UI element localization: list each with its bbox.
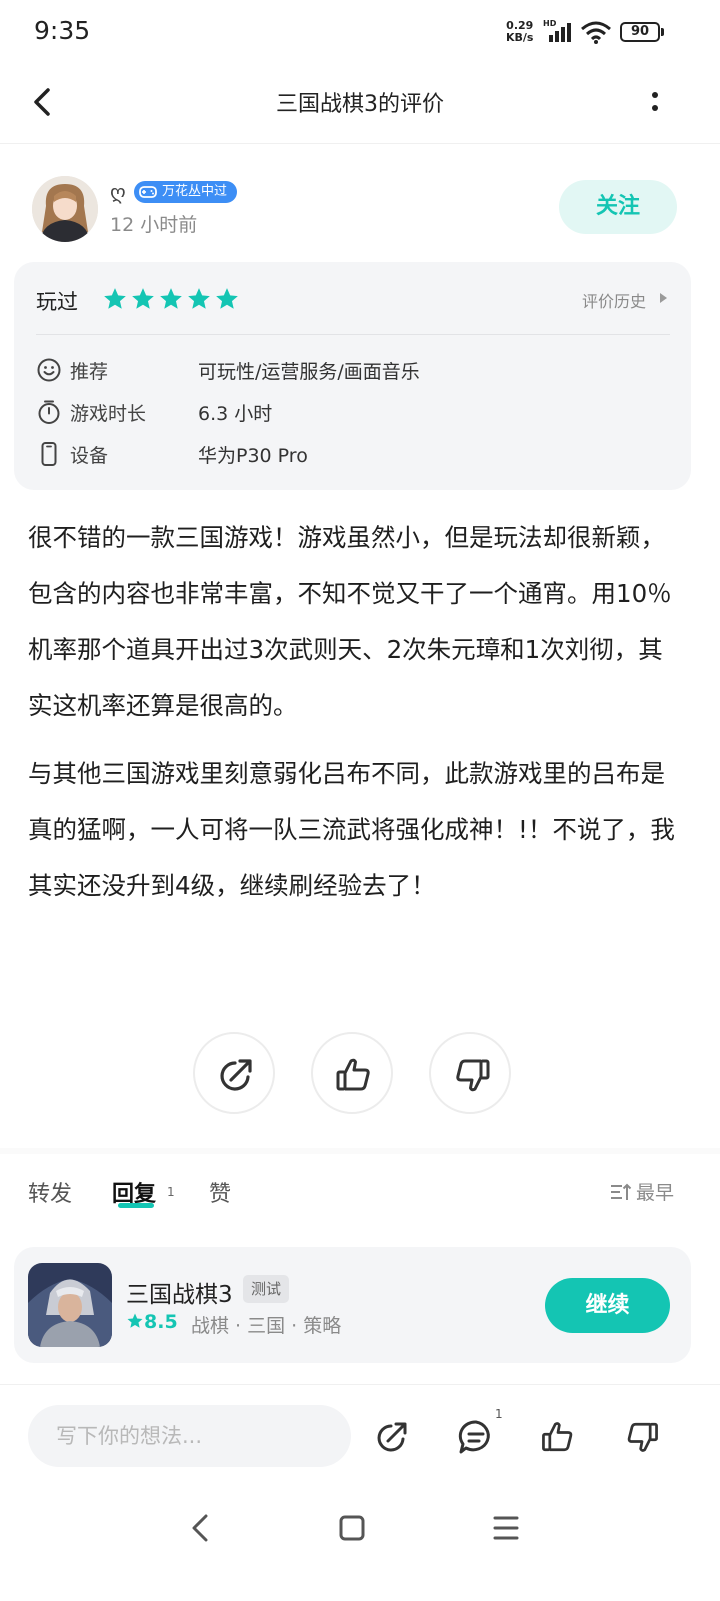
reply-count: 1 xyxy=(495,1407,503,1421)
game-rating: 8.5 xyxy=(144,1311,178,1333)
share-icon[interactable] xyxy=(372,1417,412,1457)
tab-like[interactable]: 赞 xyxy=(209,1176,231,1208)
like-button[interactable] xyxy=(311,1032,393,1114)
follow-button[interactable]: 关注 xyxy=(559,180,677,234)
tab-active-indicator xyxy=(118,1203,154,1208)
review-body: 很不错的一款三国游戏！游戏虽然小，但是玩法却很新颖，包含的内容也非常丰富，不知不… xyxy=(28,510,676,926)
smile-icon xyxy=(37,358,61,382)
author-badge: 万花丛中过 xyxy=(134,181,238,203)
star-icon xyxy=(216,288,238,309)
nav-menu-icon[interactable] xyxy=(492,1510,520,1546)
status-time: 9:35 xyxy=(34,16,91,45)
nav-back-icon[interactable] xyxy=(186,1510,214,1546)
review-history-link[interactable]: 评价历史 xyxy=(582,288,646,312)
game-title[interactable]: 三国战棋3 xyxy=(126,1275,233,1309)
author-row: ღ 万花丛中过 12 小时前 关注 xyxy=(0,172,720,244)
info-label: 推荐 xyxy=(70,361,109,383)
phone-icon xyxy=(41,442,57,466)
thumbs-up-icon xyxy=(336,1058,370,1091)
dislike-button[interactable] xyxy=(429,1032,511,1114)
game-icon-image xyxy=(28,1263,112,1347)
signal-icon xyxy=(549,23,571,42)
system-navigation xyxy=(0,1490,720,1601)
game-icon[interactable] xyxy=(28,1263,112,1347)
tab-forward[interactable]: 转发 xyxy=(28,1176,72,1208)
nav-home-icon[interactable] xyxy=(338,1510,366,1546)
network-speed: 0.29 KB/s xyxy=(506,20,533,44)
share-icon xyxy=(220,1059,252,1091)
info-label: 游戏时长 xyxy=(70,403,147,425)
thumbs-down-icon xyxy=(456,1059,490,1092)
star-icon xyxy=(132,288,154,309)
stopwatch-icon xyxy=(38,400,60,424)
star-icon xyxy=(104,288,126,309)
share-button[interactable] xyxy=(193,1032,275,1114)
battery-indicator: 90 xyxy=(620,22,660,42)
info-value: 6.3 小时 xyxy=(198,403,273,425)
gamepad-icon xyxy=(139,186,157,198)
review-info-card: 玩过 评价历史 推荐 可玩性/运营服务/画面音乐 游戏时长 6.3 小时 设备 … xyxy=(14,262,691,490)
caret-right-icon[interactable] xyxy=(660,293,667,303)
star-icon xyxy=(127,1313,143,1328)
sort-toggle[interactable]: 最早 xyxy=(636,1178,674,1205)
thumbs-down-icon[interactable] xyxy=(622,1417,662,1457)
thumbs-up-icon[interactable] xyxy=(538,1417,578,1457)
avatar[interactable] xyxy=(32,176,98,242)
info-label: 设备 xyxy=(70,445,109,467)
author-badge-label: 万花丛中过 xyxy=(162,184,228,199)
star-icon xyxy=(188,288,210,309)
rating-stars xyxy=(102,286,240,312)
continue-button[interactable]: 继续 xyxy=(545,1278,670,1333)
status-bar: 9:35 0.29 KB/s HD 90 xyxy=(0,0,720,66)
info-row-recommend: 推荐 可玩性/运营服务/画面音乐 xyxy=(36,357,666,385)
info-row-device: 设备 华为P30 Pro xyxy=(36,441,666,469)
sort-icon[interactable] xyxy=(610,1182,632,1202)
comment-icon[interactable] xyxy=(456,1417,496,1457)
tab-reply-count: 1 xyxy=(167,1185,175,1199)
more-vertical-icon[interactable] xyxy=(640,84,670,120)
wifi-icon xyxy=(581,21,611,44)
star-icon xyxy=(160,288,182,309)
section-divider xyxy=(0,1148,720,1154)
info-value: 华为P30 Pro xyxy=(198,445,308,467)
review-paragraph: 很不错的一款三国游戏！游戏虽然小，但是玩法却很新颖，包含的内容也非常丰富，不知不… xyxy=(28,523,672,720)
header: 三国战棋3的评价 xyxy=(0,66,720,144)
review-paragraph: 与其他三国游戏里刻意弱化吕布不同，此款游戏里的吕布是真的猛啊，一人可将一队三流武… xyxy=(28,759,675,900)
avatar-image xyxy=(32,176,98,242)
info-value: 可玩性/运营服务/画面音乐 xyxy=(198,361,420,383)
game-genres: 战棋 · 三国 · 策略 xyxy=(191,1315,342,1337)
network-speed-unit: KB/s xyxy=(506,31,534,44)
info-row-playtime: 游戏时长 6.3 小时 xyxy=(36,399,666,427)
played-status: 玩过 xyxy=(36,290,78,314)
post-time: 12 小时前 xyxy=(110,214,198,236)
battery-tip xyxy=(661,28,664,36)
game-card[interactable]: 三国战棋3 测试 8.5 战棋 · 三国 · 策略 继续 xyxy=(14,1247,691,1363)
author-name[interactable]: ღ xyxy=(110,180,126,204)
page-title: 三国战棋3的评价 xyxy=(276,92,444,117)
comment-bar: 1 xyxy=(0,1384,720,1484)
comment-input[interactable] xyxy=(28,1405,351,1467)
divider xyxy=(36,334,670,335)
game-tag: 测试 xyxy=(243,1275,290,1303)
